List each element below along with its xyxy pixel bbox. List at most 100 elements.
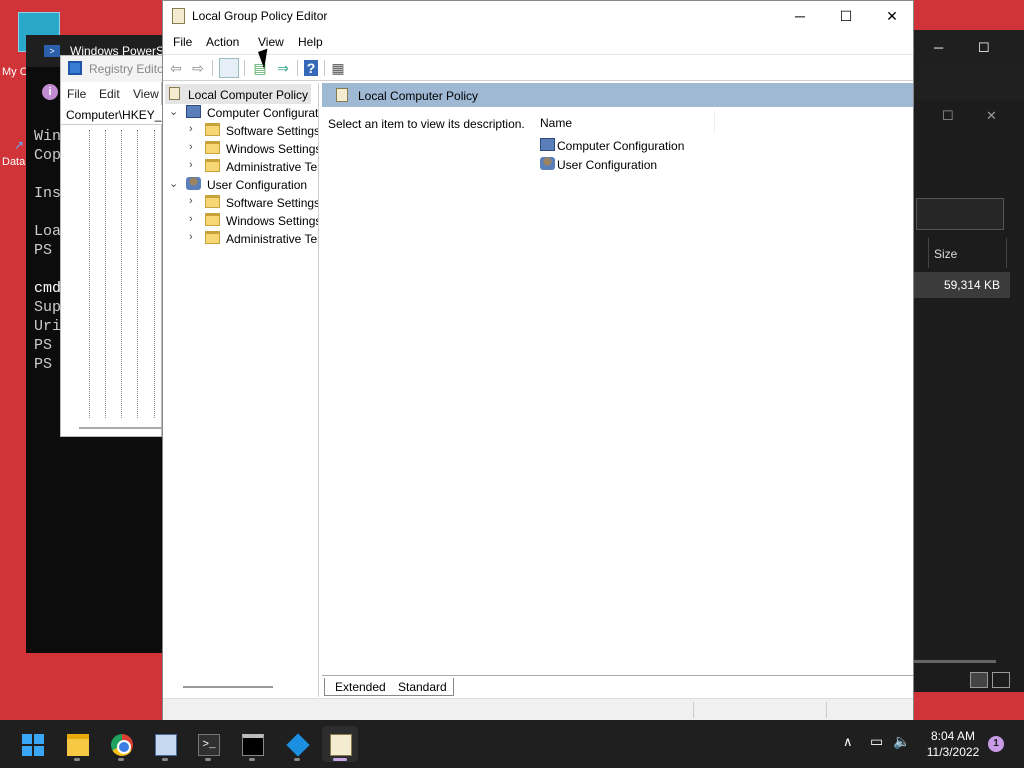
help-icon[interactable]: ? bbox=[304, 60, 318, 76]
tab-extended[interactable]: Extended bbox=[324, 678, 392, 696]
export-list-icon[interactable]: ⇒ bbox=[273, 58, 293, 78]
registry-menu-file[interactable]: File bbox=[67, 87, 86, 101]
column-header-name[interactable]: Name bbox=[540, 116, 572, 130]
menu-view[interactable]: View bbox=[258, 35, 284, 49]
chevron-down-icon[interactable]: ⌄ bbox=[169, 105, 181, 118]
column-divider bbox=[714, 110, 715, 134]
details-view-button[interactable] bbox=[970, 672, 988, 688]
command-prompt-icon bbox=[242, 734, 264, 756]
registry-address-bar[interactable]: Computer\HKEY_C bbox=[61, 105, 170, 125]
volume-icon[interactable]: 🔈 bbox=[893, 733, 910, 750]
chevron-right-icon[interactable]: › bbox=[189, 123, 201, 135]
registry-editor-title-bar[interactable]: Registry Editor bbox=[61, 56, 168, 82]
status-divider bbox=[693, 702, 694, 718]
shortcut-arrow-icon: ↗ bbox=[14, 138, 25, 152]
maximize-button[interactable]: ☐ bbox=[942, 108, 954, 124]
horizontal-scrollbar[interactable] bbox=[914, 660, 996, 663]
tree-item-local-computer-policy[interactable]: Local Computer Policy bbox=[167, 86, 317, 104]
title-bar[interactable]: Local Group Policy Editor ─ ☐ ✕ bbox=[163, 1, 913, 31]
tree-guide-line bbox=[137, 130, 138, 418]
folder-icon bbox=[205, 123, 220, 136]
active-indicator bbox=[333, 758, 347, 761]
console-line: Cop bbox=[34, 147, 62, 164]
taskbar: >_ ∧ ▭ 🔈 8:04 AM 11/3/2022 1 bbox=[0, 720, 1024, 768]
running-indicator bbox=[205, 758, 211, 761]
taskbar-registry-editor[interactable] bbox=[279, 726, 315, 762]
start-button[interactable] bbox=[14, 726, 50, 762]
maximize-button[interactable]: ☐ bbox=[978, 40, 990, 56]
registry-menu-view[interactable]: View bbox=[133, 87, 159, 101]
maximize-button[interactable]: ☐ bbox=[823, 1, 869, 31]
registry-editor-title: Registry Editor bbox=[89, 62, 168, 76]
powershell-console[interactable]: WinCop​Ins​LoaPS​cmdSupUriPSPS bbox=[34, 127, 61, 374]
status-divider bbox=[826, 702, 827, 718]
taskbar-file-explorer[interactable] bbox=[59, 726, 95, 762]
details-body[interactable]: Select an item to view its description. … bbox=[322, 107, 913, 675]
extended-view-icon[interactable]: ▦ bbox=[328, 58, 348, 78]
taskbar-terminal[interactable]: >_ bbox=[190, 726, 226, 762]
info-icon[interactable]: i bbox=[42, 84, 58, 100]
view-tabs: Extended Standard bbox=[322, 675, 913, 697]
registry-editor-window[interactable]: Registry Editor File Edit View Computer\… bbox=[60, 55, 170, 437]
registry-editor-icon bbox=[68, 61, 82, 75]
list-item-label: Computer Configuration bbox=[557, 139, 685, 153]
menu-file[interactable]: File bbox=[173, 35, 192, 49]
chevron-right-icon[interactable]: › bbox=[189, 213, 201, 225]
tree-item-label: User Configuration bbox=[207, 178, 308, 192]
tab-standard[interactable]: Standard bbox=[388, 678, 454, 696]
taskbar-performance-monitor[interactable] bbox=[147, 726, 183, 762]
tiles-view-button[interactable] bbox=[992, 672, 1010, 688]
tree-guide-line bbox=[121, 130, 122, 418]
folder-icon bbox=[205, 141, 220, 154]
menu-help[interactable]: Help bbox=[298, 35, 323, 49]
column-header-size[interactable]: Size bbox=[934, 247, 957, 261]
chevron-right-icon[interactable]: › bbox=[189, 195, 201, 207]
tree-item-windows-settings[interactable]: › Windows Settings bbox=[189, 212, 319, 230]
console-tree[interactable]: Local Computer Policy ⌄ Computer Configu… bbox=[163, 83, 319, 697]
minimize-button[interactable]: ─ bbox=[934, 40, 943, 55]
clock[interactable]: 8:04 AM 11/3/2022 bbox=[920, 728, 986, 760]
tree-item-windows-settings[interactable]: › Windows Settings bbox=[189, 140, 318, 158]
search-input[interactable] bbox=[916, 198, 1004, 230]
tree-item-label: Computer Configuration bbox=[207, 106, 319, 120]
show-hide-tree-icon[interactable] bbox=[219, 58, 239, 78]
chevron-up-icon[interactable]: ∧ bbox=[843, 734, 853, 750]
tree-item-label: Windows Settings bbox=[226, 214, 319, 228]
notification-badge[interactable]: 1 bbox=[988, 736, 1004, 752]
tree-item-administrative-templates[interactable]: › Administrative Templates bbox=[189, 230, 318, 248]
tree-item-computer-configuration[interactable]: ⌄ Computer Configuration bbox=[169, 104, 319, 122]
taskbar-group-policy-editor[interactable] bbox=[322, 726, 358, 762]
console-line: ​ bbox=[34, 260, 61, 279]
taskmanager-window[interactable]: ☐ ✕ Size 59,314 KB bbox=[914, 100, 1024, 692]
console-line: cmd bbox=[34, 280, 62, 297]
close-button[interactable]: ✕ bbox=[986, 108, 997, 124]
menu-action[interactable]: Action bbox=[206, 35, 239, 49]
group-policy-editor-window[interactable]: Local Group Policy Editor ─ ☐ ✕ File Act… bbox=[162, 0, 914, 720]
registry-horizontal-scrollbar[interactable] bbox=[79, 427, 163, 429]
terminal-icon: >_ bbox=[198, 734, 220, 756]
tree-item-software-settings[interactable]: › Software Settings bbox=[189, 194, 318, 212]
clock-date: 11/3/2022 bbox=[926, 745, 980, 759]
chevron-down-icon[interactable]: ⌄ bbox=[169, 177, 181, 190]
tree-item-software-settings[interactable]: › Software Settings bbox=[189, 122, 318, 140]
taskmanager-title-bar[interactable]: ─ ☐ bbox=[914, 30, 1024, 66]
taskbar-chrome[interactable] bbox=[103, 726, 139, 762]
clock-time: 8:04 AM bbox=[930, 729, 976, 743]
table-row[interactable]: 59,314 KB bbox=[914, 272, 1010, 298]
user-icon bbox=[186, 177, 201, 190]
tree-item-label: Local Computer Policy bbox=[188, 88, 309, 102]
registry-menu-edit[interactable]: Edit bbox=[99, 87, 120, 101]
minimize-button[interactable]: ─ bbox=[777, 1, 823, 31]
tree-item-administrative-templates[interactable]: › Administrative Templates bbox=[189, 158, 318, 176]
chevron-right-icon[interactable]: › bbox=[189, 159, 201, 171]
toolbar-separator bbox=[212, 60, 213, 76]
tree-item-user-configuration[interactable]: ⌄ User Configuration bbox=[169, 176, 318, 194]
taskbar-command-prompt[interactable] bbox=[234, 726, 270, 762]
close-button[interactable]: ✕ bbox=[869, 1, 915, 31]
forward-arrow-icon[interactable]: ⇨ bbox=[188, 58, 208, 78]
back-arrow-icon[interactable]: ⇦ bbox=[166, 58, 186, 78]
tree-horizontal-scrollbar[interactable] bbox=[183, 686, 273, 688]
chevron-right-icon[interactable]: › bbox=[189, 231, 201, 243]
chevron-right-icon[interactable]: › bbox=[189, 141, 201, 153]
network-icon[interactable]: ▭ bbox=[870, 733, 883, 750]
